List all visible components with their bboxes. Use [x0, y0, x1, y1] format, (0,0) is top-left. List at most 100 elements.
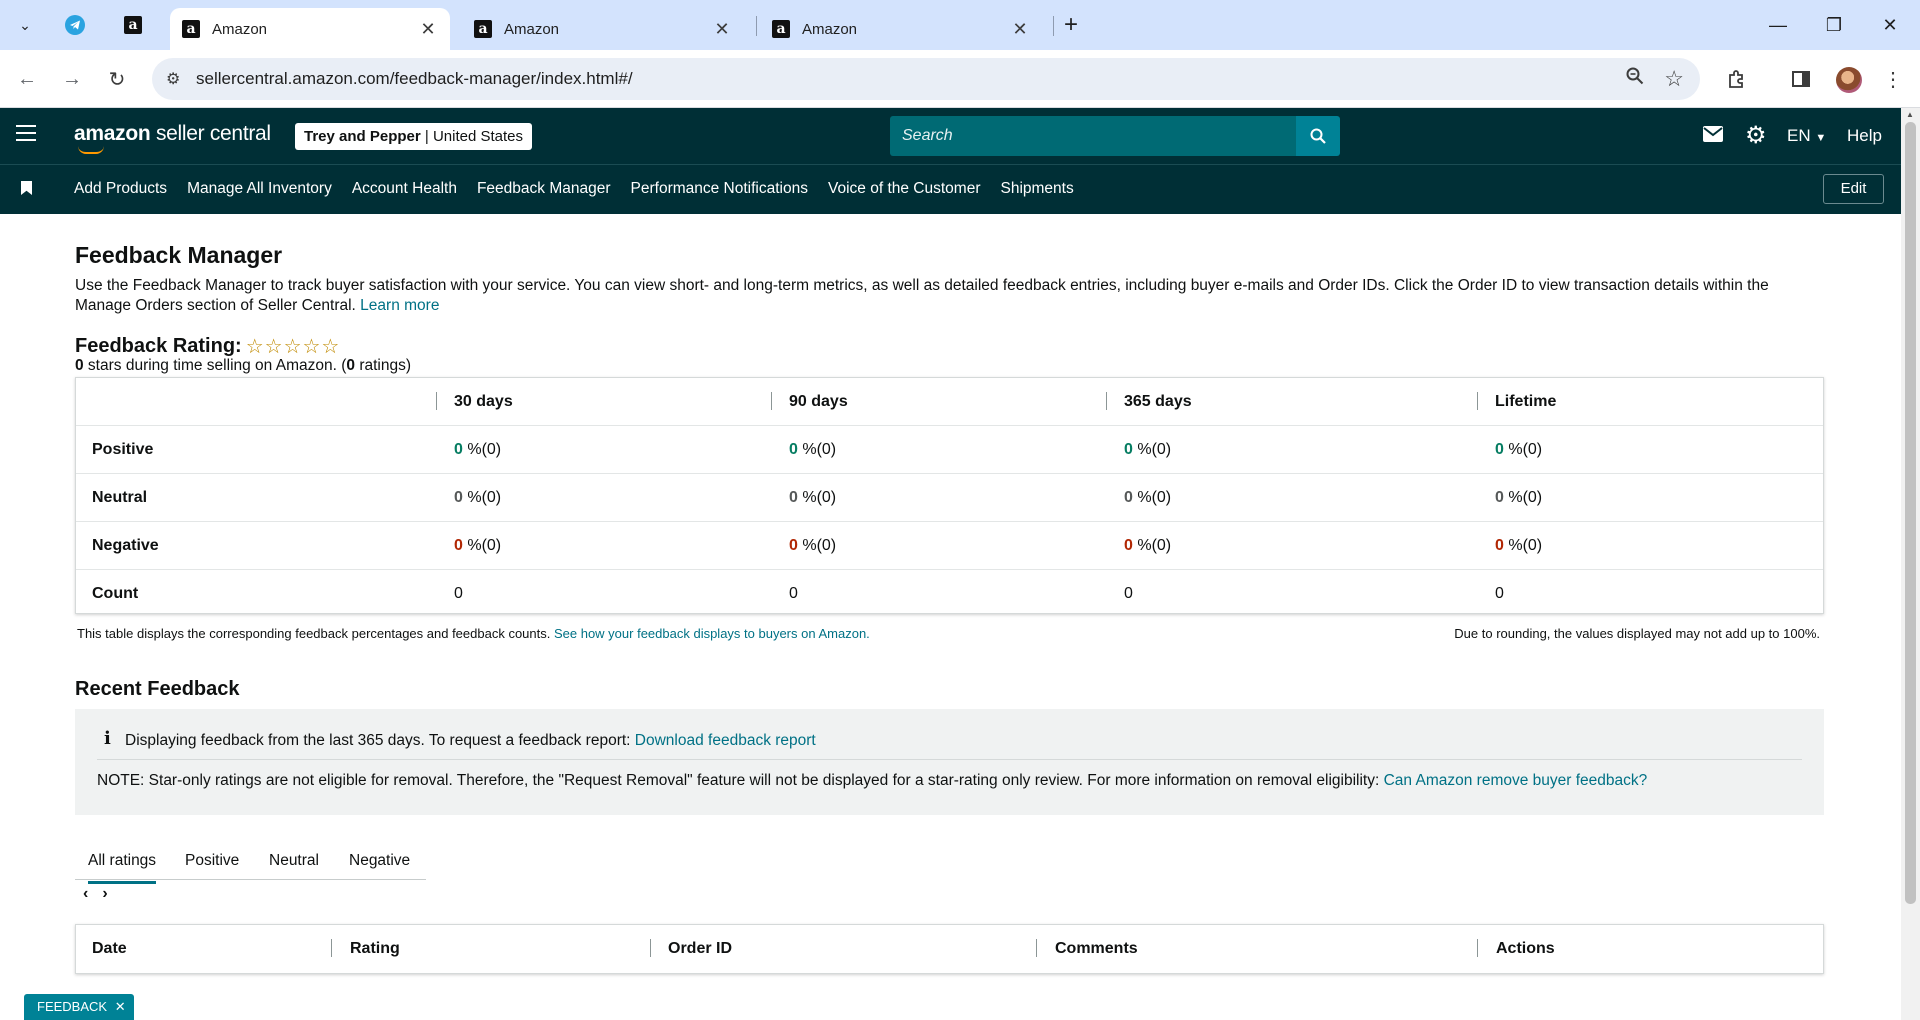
tab-search-button[interactable]: ⌄ — [10, 11, 40, 39]
help-link[interactable]: Help — [1847, 126, 1882, 146]
tab-title: Amazon — [212, 20, 268, 38]
search-box — [890, 116, 1296, 156]
nav-links: Add Products Manage All Inventory Accoun… — [74, 180, 1094, 198]
feedback-metrics-table: 30 days 90 days 365 days Lifetime Positi… — [75, 377, 1824, 614]
reload-button[interactable]: ↻ — [102, 64, 132, 94]
hamburger-menu-icon[interactable] — [16, 125, 36, 141]
nav-account-health[interactable]: Account Health — [352, 180, 457, 198]
nav-add-products[interactable]: Add Products — [74, 180, 167, 198]
edit-nav-button[interactable]: Edit — [1823, 174, 1884, 204]
site-settings-icon[interactable]: ⚙ — [166, 69, 180, 89]
recent-feedback-title: Recent Feedback — [75, 678, 240, 700]
close-icon[interactable]: ✕ — [418, 19, 438, 40]
table-cell: 0 %(0) — [1124, 537, 1172, 554]
removal-note: NOTE: Star-only ratings are not eligible… — [97, 772, 1647, 790]
feedback-rating: Feedback Rating: ☆☆☆☆☆ — [75, 334, 340, 359]
bookmark-icon[interactable] — [21, 181, 32, 195]
store-switcher[interactable]: Trey and Pepper | United States — [295, 123, 533, 150]
seller-central-logo[interactable]: amazon seller central — [74, 122, 271, 154]
gear-icon[interactable]: ⚙ — [1745, 121, 1767, 150]
minimize-button[interactable]: — — [1758, 10, 1798, 40]
chevron-left-icon[interactable]: ‹ — [83, 885, 88, 902]
nav-performance-notifications[interactable]: Performance Notifications — [631, 180, 808, 198]
table-row-neutral: Neutral 0 %(0) 0 %(0) 0 %(0) 0 %(0) — [76, 474, 1823, 522]
star-rating-icon: ☆☆☆☆☆ — [245, 336, 341, 358]
table-cell: 0 %(0) — [789, 537, 837, 554]
close-icon[interactable]: ✕ — [712, 19, 732, 40]
more-menu-icon[interactable]: ⋮ — [1878, 64, 1908, 94]
row-label: Negative — [92, 537, 159, 554]
rating-summary: 0 stars during time selling on Amazon. (… — [75, 357, 411, 375]
close-window-button[interactable]: ✕ — [1870, 10, 1910, 40]
tab-all-ratings[interactable]: All ratings — [88, 852, 157, 884]
feedback-widget-button[interactable]: FEEDBACK ✕ — [24, 994, 134, 1020]
tab-positive[interactable]: Positive — [185, 852, 239, 870]
pinned-tab-telegram[interactable] — [59, 10, 91, 40]
table-cell: 0 — [789, 585, 798, 602]
close-icon[interactable]: ✕ — [115, 999, 126, 1014]
profile-avatar[interactable] — [1836, 67, 1862, 93]
removal-note-text: NOTE: Star-only ratings are not eligible… — [97, 772, 1380, 789]
search-input[interactable] — [890, 116, 1296, 156]
bookmark-star-icon[interactable]: ☆ — [1664, 66, 1684, 92]
nav-feedback-manager[interactable]: Feedback Manager — [477, 180, 611, 198]
tab-amazon-1[interactable]: a Amazon ✕ — [170, 8, 450, 50]
column-header-date[interactable]: Date — [92, 925, 127, 973]
column-header-90-days: 90 days — [789, 393, 848, 410]
column-header-rating[interactable]: Rating — [350, 925, 400, 973]
language-selector[interactable]: EN ▼ — [1787, 126, 1826, 146]
language-label: EN — [1787, 126, 1811, 145]
feedback-display-link[interactable]: See how your feedback displays to buyers… — [554, 626, 870, 641]
remove-feedback-link[interactable]: Can Amazon remove buyer feedback? — [1384, 772, 1648, 789]
close-icon[interactable]: ✕ — [1010, 19, 1030, 40]
column-header-actions[interactable]: Actions — [1496, 925, 1555, 973]
tab-amazon-2[interactable]: a Amazon ✕ — [462, 8, 744, 50]
pagination: ‹ › — [83, 885, 122, 903]
tab-amazon-3[interactable]: a Amazon ✕ — [760, 8, 1042, 50]
nav-manage-all-inventory[interactable]: Manage All Inventory — [187, 180, 332, 198]
scroll-up-icon[interactable]: ▲ — [1906, 110, 1914, 119]
nav-shipments[interactable]: Shipments — [1000, 180, 1073, 198]
column-header-comments[interactable]: Comments — [1055, 925, 1138, 973]
seller-central-nav: Add Products Manage All Inventory Accoun… — [0, 164, 1920, 214]
column-header-lifetime: Lifetime — [1495, 393, 1557, 410]
row-label: Count — [92, 585, 139, 602]
tab-title: Amazon — [802, 20, 858, 38]
ratings-count: 0 — [346, 357, 356, 374]
extensions-icon[interactable] — [1722, 64, 1752, 94]
restore-button[interactable]: ❐ — [1814, 10, 1854, 40]
table-cell: 0 %(0) — [454, 441, 502, 458]
scrollbar-thumb[interactable] — [1905, 122, 1916, 904]
table-cell: 0 %(0) — [454, 537, 502, 554]
pinned-tab-amazon[interactable]: a — [117, 10, 149, 40]
telegram-icon — [65, 15, 85, 35]
table-cell: 0 — [454, 585, 463, 602]
address-bar[interactable]: ⚙ sellercentral.amazon.com/feedback-mana… — [152, 58, 1700, 100]
ratings-text: ratings) — [355, 357, 412, 374]
page-scrollbar[interactable]: ▲ — [1901, 108, 1920, 1020]
back-button[interactable]: ← — [12, 64, 42, 94]
nav-voice-of-the-customer[interactable]: Voice of the Customer — [828, 180, 981, 198]
zoom-icon[interactable] — [1626, 67, 1644, 90]
logo-seller-central-text: seller central — [155, 122, 271, 145]
learn-more-link[interactable]: Learn more — [360, 297, 439, 314]
table-header-row: 30 days 90 days 365 days Lifetime — [76, 378, 1823, 426]
url-text[interactable]: sellercentral.amazon.com/feedback-manage… — [196, 69, 633, 89]
intro-body: Use the Feedback Manager to track buyer … — [75, 277, 1769, 314]
row-label: Positive — [92, 441, 154, 458]
info-message: Displaying feedback from the last 365 da… — [125, 732, 631, 749]
search-button[interactable] — [1296, 116, 1340, 156]
side-panel-icon[interactable] — [1786, 64, 1816, 94]
feedback-widget-label: FEEDBACK — [37, 999, 108, 1014]
amazon-favicon-icon: a — [182, 20, 200, 38]
download-feedback-report-link[interactable]: Download feedback report — [635, 732, 816, 749]
table-cell: 0 %(0) — [1495, 537, 1543, 554]
column-header-order-id[interactable]: Order ID — [668, 925, 732, 973]
tab-negative[interactable]: Negative — [349, 852, 410, 870]
new-tab-button[interactable]: + — [1064, 12, 1078, 38]
mail-icon[interactable] — [1703, 125, 1723, 148]
forward-button[interactable]: → — [57, 64, 87, 94]
caret-down-icon: ▼ — [1815, 132, 1827, 144]
chevron-right-icon[interactable]: › — [102, 885, 107, 902]
tab-neutral[interactable]: Neutral — [269, 852, 319, 870]
